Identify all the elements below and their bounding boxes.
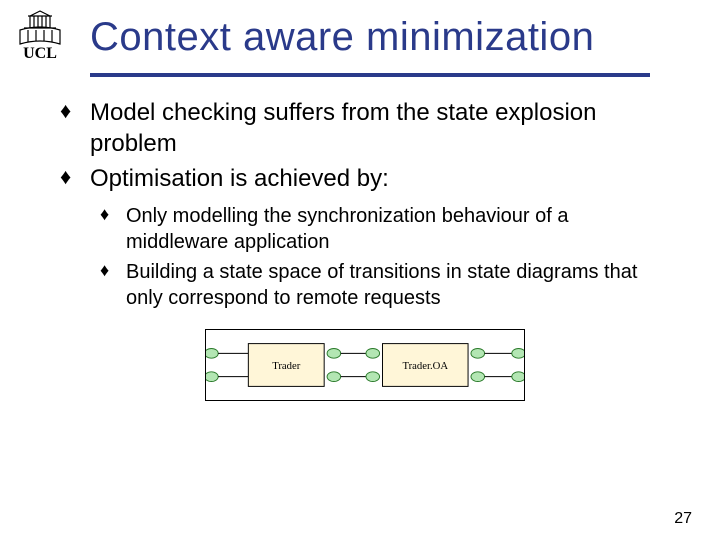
list-item: Model checking suffers from the state ex… xyxy=(60,97,670,159)
diagram-container: Trader Trader.OA xyxy=(60,329,670,401)
diagram-box-label: Trader.OA xyxy=(402,359,448,371)
svg-text:UCL: UCL xyxy=(23,45,57,62)
list-item: Only modelling the synchronization behav… xyxy=(100,203,670,255)
diagram-box-label: Trader xyxy=(272,359,301,371)
page-number: 27 xyxy=(674,510,692,528)
list-item: Building a state space of transitions in… xyxy=(100,259,670,311)
main-bullet-list: Model checking suffers from the state ex… xyxy=(60,97,670,195)
slide-body: Model checking suffers from the state ex… xyxy=(0,77,720,401)
slide-title: Context aware minimization xyxy=(90,15,594,60)
sub-bullet-list: Only modelling the synchronization behav… xyxy=(100,203,670,311)
list-item: Optimisation is achieved by: xyxy=(60,163,670,194)
ucl-logo-icon: UCL xyxy=(10,10,70,65)
slide-header: UCL Context aware minimization xyxy=(0,0,720,65)
trader-diagram: Trader Trader.OA xyxy=(205,329,525,401)
